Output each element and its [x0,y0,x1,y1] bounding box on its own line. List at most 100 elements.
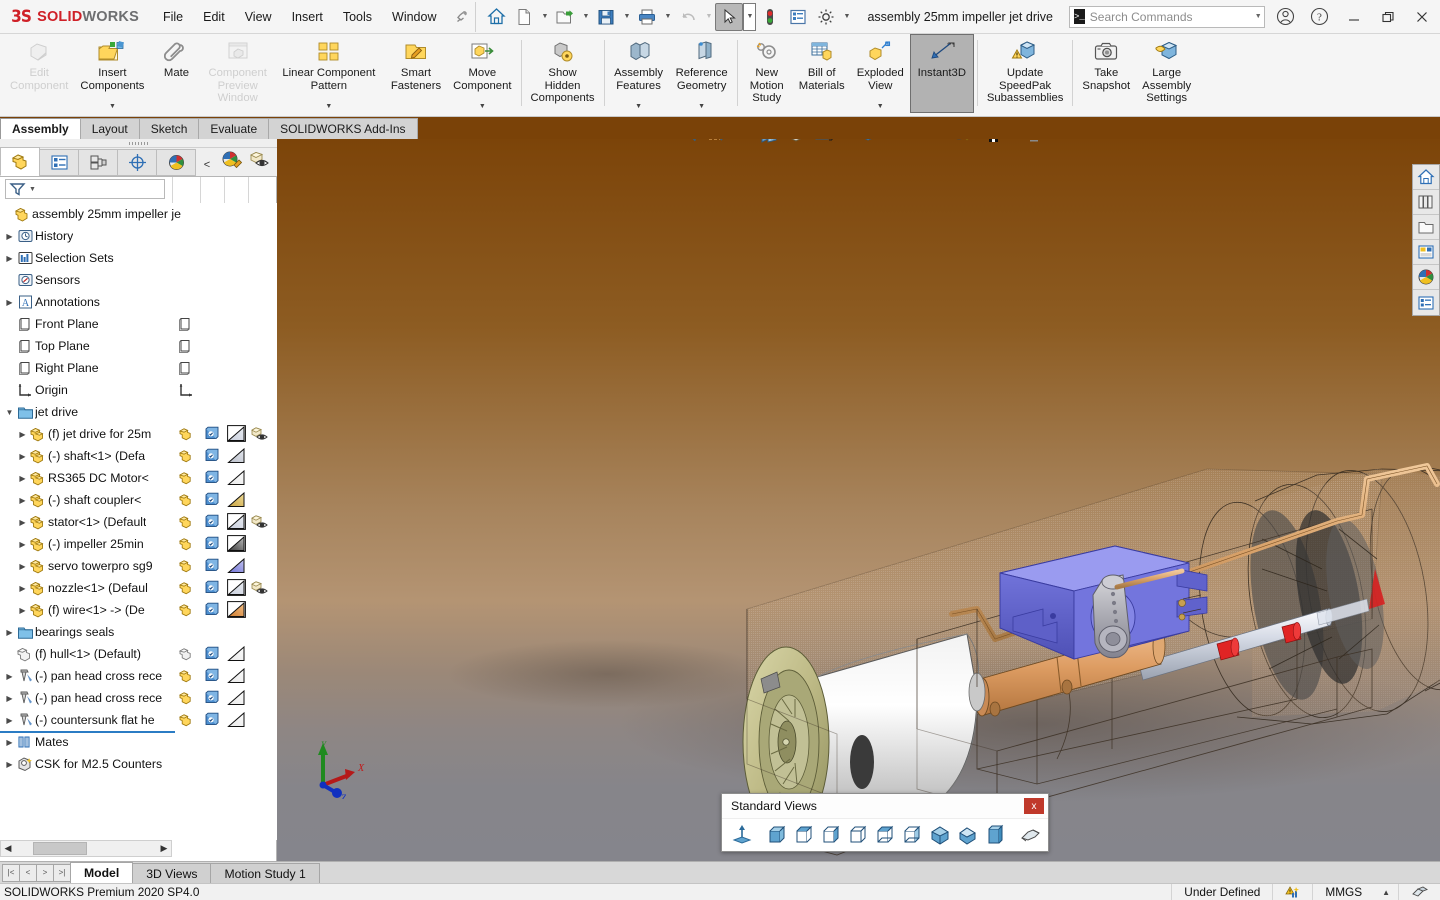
ribbon-insert-components[interactable]: Insert Components ▼ [74,34,150,114]
trimetric-view-button[interactable] [955,822,979,848]
bottom-view-button[interactable] [901,822,925,848]
scroll-left-arrow-icon[interactable]: ◀ [1,843,15,854]
fixed-state-icon[interactable] [204,514,220,529]
next-tab-button[interactable]: > [36,863,54,882]
units-caret-icon[interactable]: ▲ [1374,884,1398,900]
menu-file[interactable]: File [153,6,193,28]
overlay-icon[interactable] [1398,883,1440,900]
file-explorer-icon[interactable] [1413,215,1439,240]
last-tab-button[interactable]: >| [53,863,71,882]
ribbon-bill-of-materials[interactable]: Bill of Materials [793,34,851,114]
front-view-button[interactable] [766,822,790,848]
tree-item[interactable]: ▶ nozzle<1> (Defaul [0,577,277,599]
top-view-button[interactable] [874,822,898,848]
gear-icon[interactable] [812,3,840,31]
tree-twisty[interactable]: ▶ [16,606,29,615]
tab-assembly[interactable]: Assembly [0,118,81,139]
appearance-swatch-icon[interactable] [227,491,246,508]
tree-item[interactable]: ▶ Selection Sets [0,247,277,269]
jet-drive-assembly-model[interactable] [277,139,1440,861]
appearance-swatch-icon[interactable] [227,579,246,596]
section-view-icon[interactable] [756,139,782,146]
prev-tab-button[interactable]: < [19,863,37,882]
restore-doc-icon[interactable] [1376,139,1400,140]
chevron-down-icon[interactable]: ▼ [109,103,116,110]
tree-item[interactable]: ▶ stator<1> (Default [0,511,277,533]
tree-item[interactable]: ▶ CSK for M2.5 Counters [0,753,277,775]
filter-caret-icon[interactable]: ▼ [29,186,36,193]
search-caret-icon[interactable]: ▼ [1255,13,1262,20]
tree-root-item[interactable]: assembly 25mm impeller je [0,203,277,225]
left-view-button[interactable] [820,822,844,848]
search-commands-box[interactable]: >_ ▼ [1068,5,1265,28]
fixed-state-icon[interactable] [204,492,220,507]
fixed-state-icon[interactable] [204,536,220,551]
ribbon-move-component[interactable]: Move Component ▼ [447,34,517,114]
property-manager-tab[interactable] [39,149,79,176]
appearance-swatch-icon[interactable] [227,535,246,552]
isometric-view-button[interactable] [928,822,952,848]
undo-icon[interactable] [674,3,702,31]
save-caret-icon[interactable]: ▼ [620,3,633,31]
display-state-eye-icon[interactable] [250,426,269,442]
print-icon[interactable] [633,3,661,31]
standard-views-dialog[interactable]: Standard Views x [721,793,1049,852]
rebuild-icon[interactable] [756,3,784,31]
minimize-button[interactable] [1337,2,1371,32]
tree-twisty[interactable]: ▶ [3,298,16,307]
options-caret-icon[interactable]: ▼ [840,3,853,31]
display-state-eye-icon[interactable] [250,580,269,596]
chevron-down-icon[interactable]: ▼ [479,103,486,110]
fixed-state-icon[interactable] [204,668,220,683]
pushpin-icon[interactable] [454,9,469,24]
menu-tools[interactable]: Tools [333,6,382,28]
ribbon-component-preview-window[interactable]: Component Preview Window [202,34,272,114]
feature-manager-tab[interactable] [0,147,40,176]
status-units[interactable]: MMGS [1312,883,1374,900]
hide-show-items-icon[interactable] [856,139,882,146]
tree-item[interactable]: ▶ servo towerpro sg9 [0,555,277,577]
tree-twisty[interactable]: ▶ [3,628,16,637]
print-caret-icon[interactable]: ▼ [661,3,674,31]
doc-tab-model[interactable]: Model [70,862,134,883]
ribbon-large-assembly-settings[interactable]: Large Assembly Settings [1136,34,1197,114]
fixed-state-icon[interactable] [204,426,220,441]
tree-twisty[interactable]: ▶ [3,738,16,747]
tree-twisty[interactable]: ▼ [3,408,16,417]
fixed-state-icon[interactable] [204,602,220,617]
tree-item[interactable]: Top Plane [0,335,277,357]
previous-view-icon[interactable] [729,139,755,146]
tree-item[interactable]: ▶ (f) wire<1> -> (De [0,599,277,621]
help-icon[interactable]: ? [1303,2,1337,32]
menu-window[interactable]: Window [382,6,446,28]
tree-item[interactable]: ▶ (-) shaft<1> (Defa [0,445,277,467]
tree-twisty[interactable]: ▶ [16,540,29,549]
select-cursor-icon[interactable] [715,2,744,31]
fixed-state-icon[interactable] [204,646,220,661]
hide-show-eye-icon[interactable] [245,146,273,173]
ribbon-show-hidden-components[interactable]: Show Hidden Components [525,34,601,114]
fixed-state-icon[interactable] [204,712,220,727]
menu-insert[interactable]: Insert [282,6,333,28]
ribbon-reference-geometry[interactable]: Reference Geometry ▼ [670,34,734,114]
back-view-button[interactable] [793,822,817,848]
ribbon-instant3d[interactable]: Instant3D [909,34,974,113]
custom-properties-icon[interactable] [1413,290,1439,315]
tree-twisty[interactable]: ▶ [16,496,29,505]
tree-filter-input[interactable]: ▼ [5,179,165,199]
fixed-state-icon[interactable] [204,580,220,595]
undo-caret-icon[interactable]: ▼ [702,3,715,31]
tree-item[interactable]: ▶ (-) pan head cross rece [0,687,277,709]
tree-item[interactable]: ▶ RS365 DC Motor< [0,467,277,489]
appearance-pencil-icon[interactable] [217,146,245,173]
tab-layout[interactable]: Layout [79,118,140,139]
doc-tab-3d-views[interactable]: 3D Views [132,863,212,883]
view-orientation-icon[interactable] [783,139,809,146]
select-caret-icon[interactable]: ▼ [743,2,757,31]
appearance-swatch-icon[interactable] [227,645,246,662]
user-account-icon[interactable] [1269,2,1303,32]
doc-tab-motion-study[interactable]: Motion Study 1 [210,863,320,883]
fixed-state-icon[interactable] [204,558,220,573]
scroll-thumb[interactable] [33,842,87,855]
appearance-swatch-icon[interactable] [227,667,246,684]
